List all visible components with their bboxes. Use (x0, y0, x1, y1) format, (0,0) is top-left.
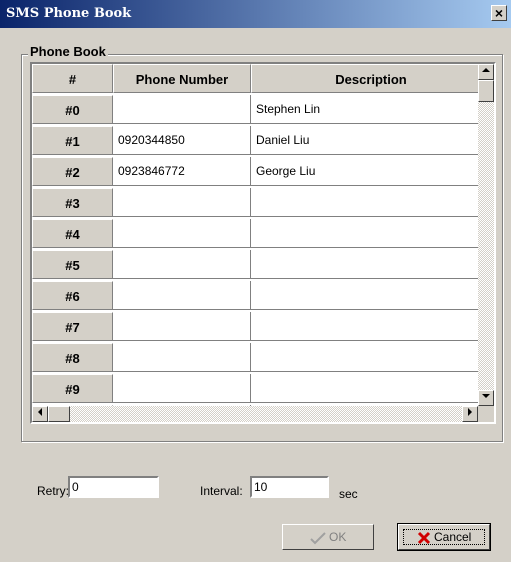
row-index[interactable]: #6 (32, 281, 113, 310)
row-index[interactable]: #5 (32, 250, 113, 279)
row-index[interactable]: #8 (32, 343, 113, 372)
phone-number-cell[interactable] (113, 250, 251, 279)
window-title: SMS Phone Book (6, 6, 132, 21)
description-cell[interactable] (251, 343, 478, 372)
ok-button[interactable]: OK (282, 524, 374, 550)
scroll-corner (478, 406, 494, 422)
row-index[interactable]: #3 (32, 188, 113, 217)
horizontal-scroll-thumb[interactable] (48, 406, 70, 422)
cancel-button[interactable]: Cancel (397, 523, 491, 551)
horizontal-scrollbar[interactable] (32, 406, 478, 422)
phone-number-cell[interactable] (113, 374, 251, 403)
grid-cells: # Phone Number Description #0 0923334796 S… (32, 64, 478, 406)
description-cell[interactable] (251, 374, 478, 403)
phone-number-cell[interactable]: 0923846772 (113, 157, 251, 186)
scroll-right-button[interactable] (462, 406, 478, 422)
phone-number-cell[interactable] (113, 188, 251, 217)
ok-label: OK (329, 530, 347, 544)
description-cell[interactable] (251, 281, 478, 310)
scroll-up-button[interactable] (478, 64, 494, 80)
phone-book-grid: # Phone Number Description #0 0923334796 S… (30, 62, 496, 424)
row-index[interactable]: #4 (32, 219, 113, 248)
row-index[interactable]: #9 (32, 374, 113, 403)
cancel-label: Cancel (433, 530, 472, 544)
description-cell[interactable]: George Liu (251, 157, 478, 186)
phone-number-cell[interactable] (113, 312, 251, 341)
scroll-down-button[interactable] (478, 390, 494, 406)
description-cell[interactable] (251, 188, 478, 217)
phone-number-cell[interactable] (113, 219, 251, 248)
description-cell[interactable] (251, 219, 478, 248)
arrow-up-icon (482, 68, 490, 72)
sms-phone-book-dialog: SMS Phone Book × Phone Book # Phone Numb… (0, 0, 511, 562)
phone-number-cell[interactable]: 0923334796 (113, 95, 251, 124)
retry-label: Retry: (37, 484, 70, 498)
arrow-left-icon (38, 408, 42, 416)
header-description[interactable]: Description (251, 64, 478, 93)
arrow-down-icon (482, 394, 490, 398)
title-bar[interactable]: SMS Phone Book × (0, 0, 511, 28)
phone-number-cell[interactable] (113, 281, 251, 310)
description-cell[interactable] (251, 250, 478, 279)
row-index[interactable]: #1 (32, 126, 113, 155)
header-phone-number[interactable]: Phone Number (113, 64, 251, 93)
vertical-scroll-thumb[interactable] (478, 80, 494, 102)
description-cell[interactable]: Daniel Liu (251, 126, 478, 155)
description-cell[interactable]: Stephen Lin (251, 95, 478, 124)
row-index[interactable]: #2 (32, 157, 113, 186)
phone-number-cell[interactable]: 0920344850 (113, 126, 251, 155)
arrow-right-icon (468, 408, 472, 416)
close-button[interactable]: × (491, 5, 507, 21)
checkmark-icon (309, 532, 326, 545)
header-index[interactable]: # (32, 64, 113, 93)
interval-input[interactable]: 10 (250, 476, 329, 498)
interval-label: Interval: (200, 484, 243, 498)
phone-book-group-label: Phone Book (28, 44, 108, 59)
vertical-scrollbar[interactable] (478, 64, 494, 406)
row-index[interactable]: #0 (32, 95, 113, 124)
description-cell[interactable] (251, 312, 478, 341)
retry-input[interactable]: 0 (68, 476, 159, 498)
scroll-left-button[interactable] (32, 406, 48, 422)
row-index[interactable]: #7 (32, 312, 113, 341)
phone-number-cell[interactable] (113, 343, 251, 372)
red-x-icon (417, 531, 430, 544)
interval-unit-label: sec (339, 487, 358, 501)
